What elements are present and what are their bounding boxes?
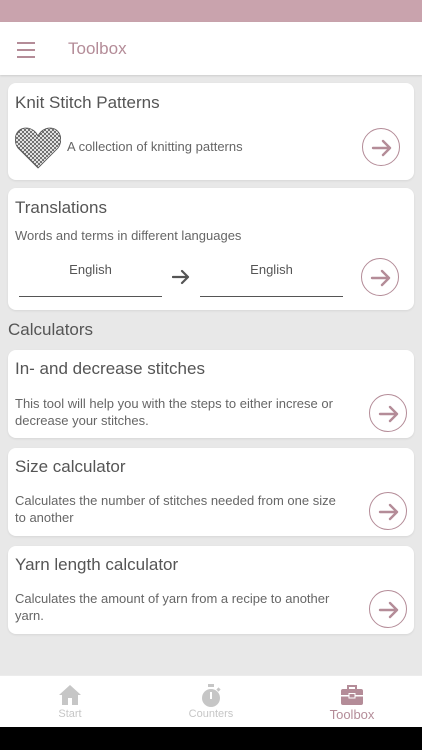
arrow-right-icon — [378, 405, 399, 423]
from-language-select[interactable]: English — [19, 258, 162, 297]
arrow-right-icon — [371, 139, 392, 157]
menu-icon[interactable] — [12, 36, 40, 62]
card-description: Calculates the amount of yarn from a rec… — [15, 591, 330, 623]
system-navigation-bar — [0, 727, 422, 750]
card-increase-decrease[interactable]: In- and decrease stitches This tool will… — [8, 350, 414, 438]
card-description: Words and terms in different languages — [15, 228, 242, 243]
bottom-navigation: Start Counters Toolbox — [0, 675, 422, 728]
card-title: Translations — [15, 198, 107, 217]
open-patterns-button[interactable] — [362, 128, 400, 166]
cross-stitch-heart-icon — [15, 127, 61, 169]
stopwatch-icon — [202, 684, 221, 707]
card-size-calculator[interactable]: Size calculator Calculates the number of… — [8, 448, 414, 536]
arrow-right-icon — [172, 269, 190, 285]
card-title: Knit Stitch Patterns — [15, 93, 160, 112]
arrow-right-icon — [370, 269, 391, 287]
card-description: Calculates the number of stitches needed… — [15, 493, 336, 525]
nav-item-start[interactable]: Start — [0, 676, 140, 728]
section-heading-calculators: Calculators — [8, 320, 94, 339]
app-bar: Toolbox — [0, 22, 422, 75]
card-knit-stitch-patterns[interactable]: Knit Stitch Patterns A collection of kni… — [8, 83, 414, 180]
open-yarn-length-button[interactable] — [369, 590, 407, 628]
from-language-value: English — [69, 262, 112, 277]
arrow-right-icon — [378, 601, 399, 619]
page-title: Toolbox — [68, 39, 127, 58]
nav-label: Toolbox — [329, 707, 375, 722]
open-translations-button[interactable] — [361, 258, 399, 296]
card-title: Size calculator — [15, 457, 126, 476]
card-description: This tool will help you with the steps t… — [15, 396, 333, 428]
card-description: A collection of knitting patterns — [67, 139, 243, 154]
open-size-calculator-button[interactable] — [369, 492, 407, 530]
to-language-value: English — [250, 262, 293, 277]
card-title: In- and decrease stitches — [15, 359, 205, 378]
home-icon — [59, 685, 81, 705]
card-title: Yarn length calculator — [15, 555, 179, 574]
nav-item-counters[interactable]: Counters — [141, 676, 281, 728]
open-increase-decrease-button[interactable] — [369, 394, 407, 432]
status-bar — [0, 0, 422, 22]
nav-item-toolbox[interactable]: Toolbox — [282, 676, 422, 728]
card-yarn-length-calculator[interactable]: Yarn length calculator Calculates the am… — [8, 546, 414, 634]
nav-label: Counters — [188, 708, 234, 720]
toolbox-icon — [341, 685, 363, 705]
to-language-select[interactable]: English — [200, 258, 343, 297]
nav-label: Start — [58, 708, 82, 720]
arrow-right-icon — [378, 503, 399, 521]
